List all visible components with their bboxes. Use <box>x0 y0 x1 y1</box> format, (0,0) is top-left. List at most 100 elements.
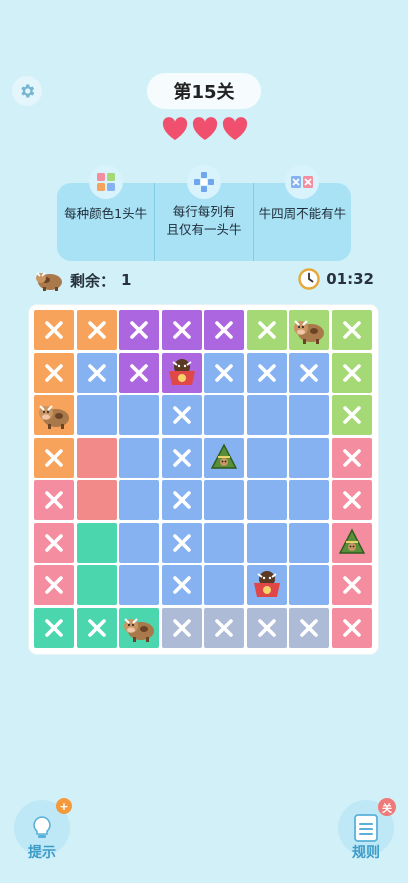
board-cell[interactable] <box>246 522 287 563</box>
board-cell[interactable] <box>161 395 202 436</box>
board-cell[interactable] <box>34 310 74 350</box>
cross-shape-icon <box>186 165 221 199</box>
board-cell[interactable] <box>331 310 372 350</box>
board-cell[interactable] <box>331 565 372 606</box>
heart-icon <box>222 117 248 140</box>
cross-mark-icon <box>343 491 361 510</box>
board-cell[interactable] <box>289 522 330 563</box>
board-cell[interactable] <box>119 565 160 606</box>
cross-mark-icon <box>172 448 191 467</box>
board-cell[interactable] <box>34 480 74 521</box>
board-cell[interactable] <box>119 395 160 436</box>
board-cell[interactable] <box>246 480 287 521</box>
cow-icon <box>37 400 71 430</box>
settings-button[interactable] <box>12 76 42 106</box>
board-cell[interactable] <box>119 437 160 478</box>
lives-hearts <box>161 116 249 142</box>
board-cell[interactable] <box>289 480 330 521</box>
board-cell[interactable] <box>161 565 202 606</box>
board-cell[interactable] <box>289 437 330 478</box>
remaining-count: 1 <box>121 271 132 289</box>
board-cell[interactable] <box>246 395 287 436</box>
board-cell[interactable] <box>246 565 287 606</box>
board-cell[interactable] <box>119 480 160 521</box>
color-grid-icon <box>88 165 123 199</box>
board-cell[interactable] <box>204 480 245 521</box>
status-bar: 剩余： 1 01:32 <box>34 268 374 296</box>
cross-mark-icon <box>87 619 106 637</box>
board-cell[interactable] <box>204 310 245 350</box>
board-cell[interactable] <box>204 352 245 393</box>
board-cell[interactable] <box>161 607 202 648</box>
cross-mark-icon <box>343 321 361 339</box>
cross-mark-icon <box>343 406 361 424</box>
board-cell[interactable] <box>34 437 74 478</box>
board-cell[interactable] <box>34 352 74 393</box>
timer-value: 01:32 <box>326 270 374 288</box>
lightbulb-icon <box>33 816 51 838</box>
cross-mark-icon <box>87 321 106 339</box>
board-cell[interactable] <box>119 352 160 393</box>
board-cell[interactable] <box>119 310 160 350</box>
plus-badge-icon: + <box>56 798 72 814</box>
board-cell[interactable] <box>331 607 372 648</box>
board-cell[interactable] <box>76 310 117 350</box>
cross-mark-icon <box>45 576 63 595</box>
document-list-icon <box>354 814 378 842</box>
hint-label: 提示 <box>28 845 56 861</box>
cross-mark-icon <box>130 363 148 382</box>
board-cell[interactable] <box>289 395 330 436</box>
level-title: 第15关 <box>147 73 261 109</box>
board-cell[interactable] <box>34 522 74 563</box>
board-cell[interactable] <box>161 310 202 350</box>
board-cell[interactable] <box>34 565 74 606</box>
board-cell[interactable] <box>331 437 372 478</box>
remaining-counter: 剩余： 1 <box>34 268 131 292</box>
board-cell[interactable] <box>161 437 202 478</box>
board-cell[interactable] <box>246 437 287 478</box>
board-cell[interactable] <box>204 437 245 478</box>
board-cell[interactable] <box>289 607 330 648</box>
rule-one-per-color: 每种颜色1头牛 <box>57 165 154 261</box>
rule-text: 牛四周不能有牛 <box>258 206 347 221</box>
board-cell[interactable] <box>76 437 117 478</box>
rules-card: 每种颜色1头牛 每行每列有 且仅有一头牛 牛四周不能有牛 <box>57 165 351 261</box>
board-cell[interactable] <box>289 565 330 606</box>
game-board <box>29 305 378 654</box>
board-cell[interactable] <box>204 565 245 606</box>
board-cell[interactable] <box>161 480 202 521</box>
board-cell[interactable] <box>34 607 74 648</box>
board-cell[interactable] <box>204 395 245 436</box>
board-cell[interactable] <box>76 395 117 436</box>
cross-mark-icon <box>130 321 148 339</box>
board-cell[interactable] <box>119 522 160 563</box>
board-cell[interactable] <box>246 352 287 393</box>
heart-icon <box>162 117 188 140</box>
board-cell[interactable] <box>289 352 330 393</box>
board-cell[interactable] <box>76 352 117 393</box>
board-cell[interactable] <box>331 352 372 393</box>
board-cell[interactable] <box>246 310 287 350</box>
board-cell[interactable] <box>331 480 372 521</box>
board-cell[interactable] <box>34 395 74 436</box>
cross-mark-icon <box>215 321 234 339</box>
rule-no-adjacent: 牛四周不能有牛 <box>252 165 351 261</box>
board-cell[interactable] <box>331 522 372 563</box>
cross-mark-icon <box>258 363 276 382</box>
board-cell[interactable] <box>161 522 202 563</box>
rule-text: 每种颜色1头牛 <box>64 206 148 221</box>
board-cell[interactable] <box>76 480 117 521</box>
cross-mark-icon <box>45 491 63 510</box>
board-cell[interactable] <box>161 352 202 393</box>
board-cell[interactable] <box>204 522 245 563</box>
board-cell[interactable] <box>76 607 117 648</box>
board-cell[interactable] <box>204 607 245 648</box>
board-cell[interactable] <box>331 395 372 436</box>
cross-mark-icon <box>300 363 319 382</box>
board-cell[interactable] <box>246 607 287 648</box>
board-cell[interactable] <box>76 522 117 563</box>
board-cell[interactable] <box>289 310 330 350</box>
cross-mark-icon <box>45 534 63 552</box>
board-cell[interactable] <box>76 565 117 606</box>
board-cell[interactable] <box>119 607 160 648</box>
